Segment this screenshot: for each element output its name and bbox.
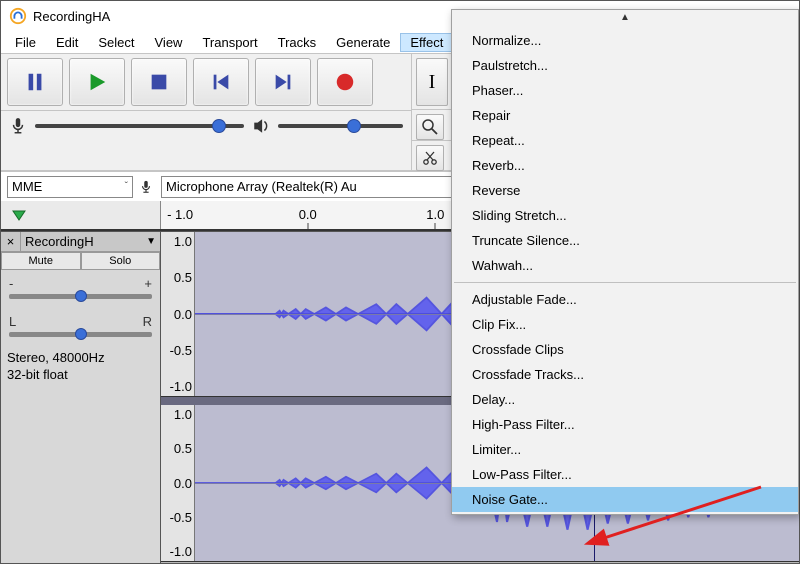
meter-toolbar xyxy=(1,111,411,141)
menu-item-truncate-silence[interactable]: Truncate Silence... xyxy=(452,228,798,253)
menu-item-high-pass-filter[interactable]: High-Pass Filter... xyxy=(452,412,798,437)
y-tick: 0.5 xyxy=(163,441,192,456)
amplitude-scale: 1.0 0.5 0.0 -0.5 -1.0 xyxy=(161,232,195,396)
track-rate-label: Stereo, 48000Hz xyxy=(7,350,154,367)
skip-start-button[interactable] xyxy=(193,58,249,106)
mic-icon xyxy=(9,117,27,135)
y-tick: 0.5 xyxy=(163,270,192,285)
zoom-tool-button[interactable] xyxy=(416,114,444,140)
track-name: RecordingH xyxy=(25,234,94,249)
menu-item-repair[interactable]: Repair xyxy=(452,103,798,128)
y-tick: -0.5 xyxy=(163,510,192,525)
pan-right-label: R xyxy=(143,314,152,329)
ruler-options-button[interactable] xyxy=(1,201,161,229)
menu-effect[interactable]: Effect xyxy=(400,33,453,52)
amplitude-scale: 1.0 0.5 0.0 -0.5 -1.0 xyxy=(161,405,195,561)
menu-edit[interactable]: Edit xyxy=(46,33,88,52)
effect-menu-dropdown: ▲ Normalize... Paulstretch... Phaser... … xyxy=(451,9,799,515)
menu-item-wahwah[interactable]: Wahwah... xyxy=(452,253,798,278)
menu-item-repeat[interactable]: Repeat... xyxy=(452,128,798,153)
track-format-info: Stereo, 48000Hz 32-bit float xyxy=(1,346,160,388)
menu-item-low-pass-filter[interactable]: Low-Pass Filter... xyxy=(452,462,798,487)
recording-meter[interactable] xyxy=(35,124,244,128)
menu-item-crossfade-clips[interactable]: Crossfade Clips xyxy=(452,337,798,362)
track-close-button[interactable]: × xyxy=(1,232,21,251)
menu-item-clip-fix[interactable]: Clip Fix... xyxy=(452,312,798,337)
mic-icon xyxy=(139,180,155,194)
play-button[interactable] xyxy=(69,58,125,106)
y-tick: 1.0 xyxy=(163,234,192,249)
app-logo-icon xyxy=(9,7,27,25)
menu-generate[interactable]: Generate xyxy=(326,33,400,52)
selection-tool-button[interactable]: I xyxy=(416,58,448,106)
menu-transport[interactable]: Transport xyxy=(192,33,267,52)
input-device-value: Microphone Array (Realtek(R) Au xyxy=(166,179,357,194)
record-button[interactable] xyxy=(317,58,373,106)
menu-item-paulstretch[interactable]: Paulstretch... xyxy=(452,53,798,78)
menu-file[interactable]: File xyxy=(5,33,46,52)
audio-host-combo[interactable]: MME ˇ xyxy=(7,176,133,198)
gain-min-label: - xyxy=(9,276,13,291)
menu-item-reverse[interactable]: Reverse xyxy=(452,178,798,203)
menu-separator xyxy=(454,282,796,283)
transport-toolbar xyxy=(1,54,411,111)
skip-end-button[interactable] xyxy=(255,58,311,106)
pause-button[interactable] xyxy=(7,58,63,106)
menu-item-phaser[interactable]: Phaser... xyxy=(452,78,798,103)
menu-view[interactable]: View xyxy=(145,33,193,52)
menu-item-reverb[interactable]: Reverb... xyxy=(452,153,798,178)
menu-item-adjustable-fade[interactable]: Adjustable Fade... xyxy=(452,287,798,312)
pan-slider[interactable]: LR xyxy=(1,308,160,346)
track-bits-label: 32-bit float xyxy=(7,367,154,384)
menu-item-noise-gate[interactable]: Noise Gate... xyxy=(452,487,798,512)
ruler-tick: 1.0 xyxy=(426,207,444,222)
y-tick: 0.0 xyxy=(163,476,192,491)
menu-tracks[interactable]: Tracks xyxy=(268,33,327,52)
pan-left-label: L xyxy=(9,314,16,329)
y-tick: -0.5 xyxy=(163,343,192,358)
solo-button[interactable]: Solo xyxy=(81,252,161,270)
cut-tool-button[interactable] xyxy=(416,145,444,171)
ruler-tick: 0.0 xyxy=(299,207,317,222)
menu-scroll-up-icon[interactable]: ▲ xyxy=(452,12,798,28)
menu-item-normalize[interactable]: Normalize... xyxy=(452,28,798,53)
track-control-panel: × RecordingH ▼ Mute Solo -+ LR Stereo, 4… xyxy=(1,231,161,563)
menu-item-sliding-stretch[interactable]: Sliding Stretch... xyxy=(452,203,798,228)
menu-item-crossfade-tracks[interactable]: Crossfade Tracks... xyxy=(452,362,798,387)
audio-host-value: MME xyxy=(12,179,42,194)
y-tick: -1.0 xyxy=(163,544,192,559)
y-tick: -1.0 xyxy=(163,379,192,394)
stop-button[interactable] xyxy=(131,58,187,106)
menu-select[interactable]: Select xyxy=(88,33,144,52)
mute-button[interactable]: Mute xyxy=(1,252,81,270)
ruler-tick: - 1.0 xyxy=(167,207,193,222)
window-title: RecordingHA xyxy=(33,9,110,24)
gain-max-label: + xyxy=(144,276,152,291)
speaker-icon xyxy=(252,117,270,135)
playback-meter[interactable] xyxy=(278,124,403,128)
menu-item-limiter[interactable]: Limiter... xyxy=(452,437,798,462)
menu-item-delay[interactable]: Delay... xyxy=(452,387,798,412)
chevron-down-icon: ˇ xyxy=(125,181,128,192)
track-name-dropdown[interactable]: RecordingH ▼ xyxy=(21,232,160,251)
chevron-down-icon: ▼ xyxy=(146,236,156,247)
y-tick: 1.0 xyxy=(163,407,192,422)
y-tick: 0.0 xyxy=(163,307,192,322)
gain-slider[interactable]: -+ xyxy=(1,270,160,308)
